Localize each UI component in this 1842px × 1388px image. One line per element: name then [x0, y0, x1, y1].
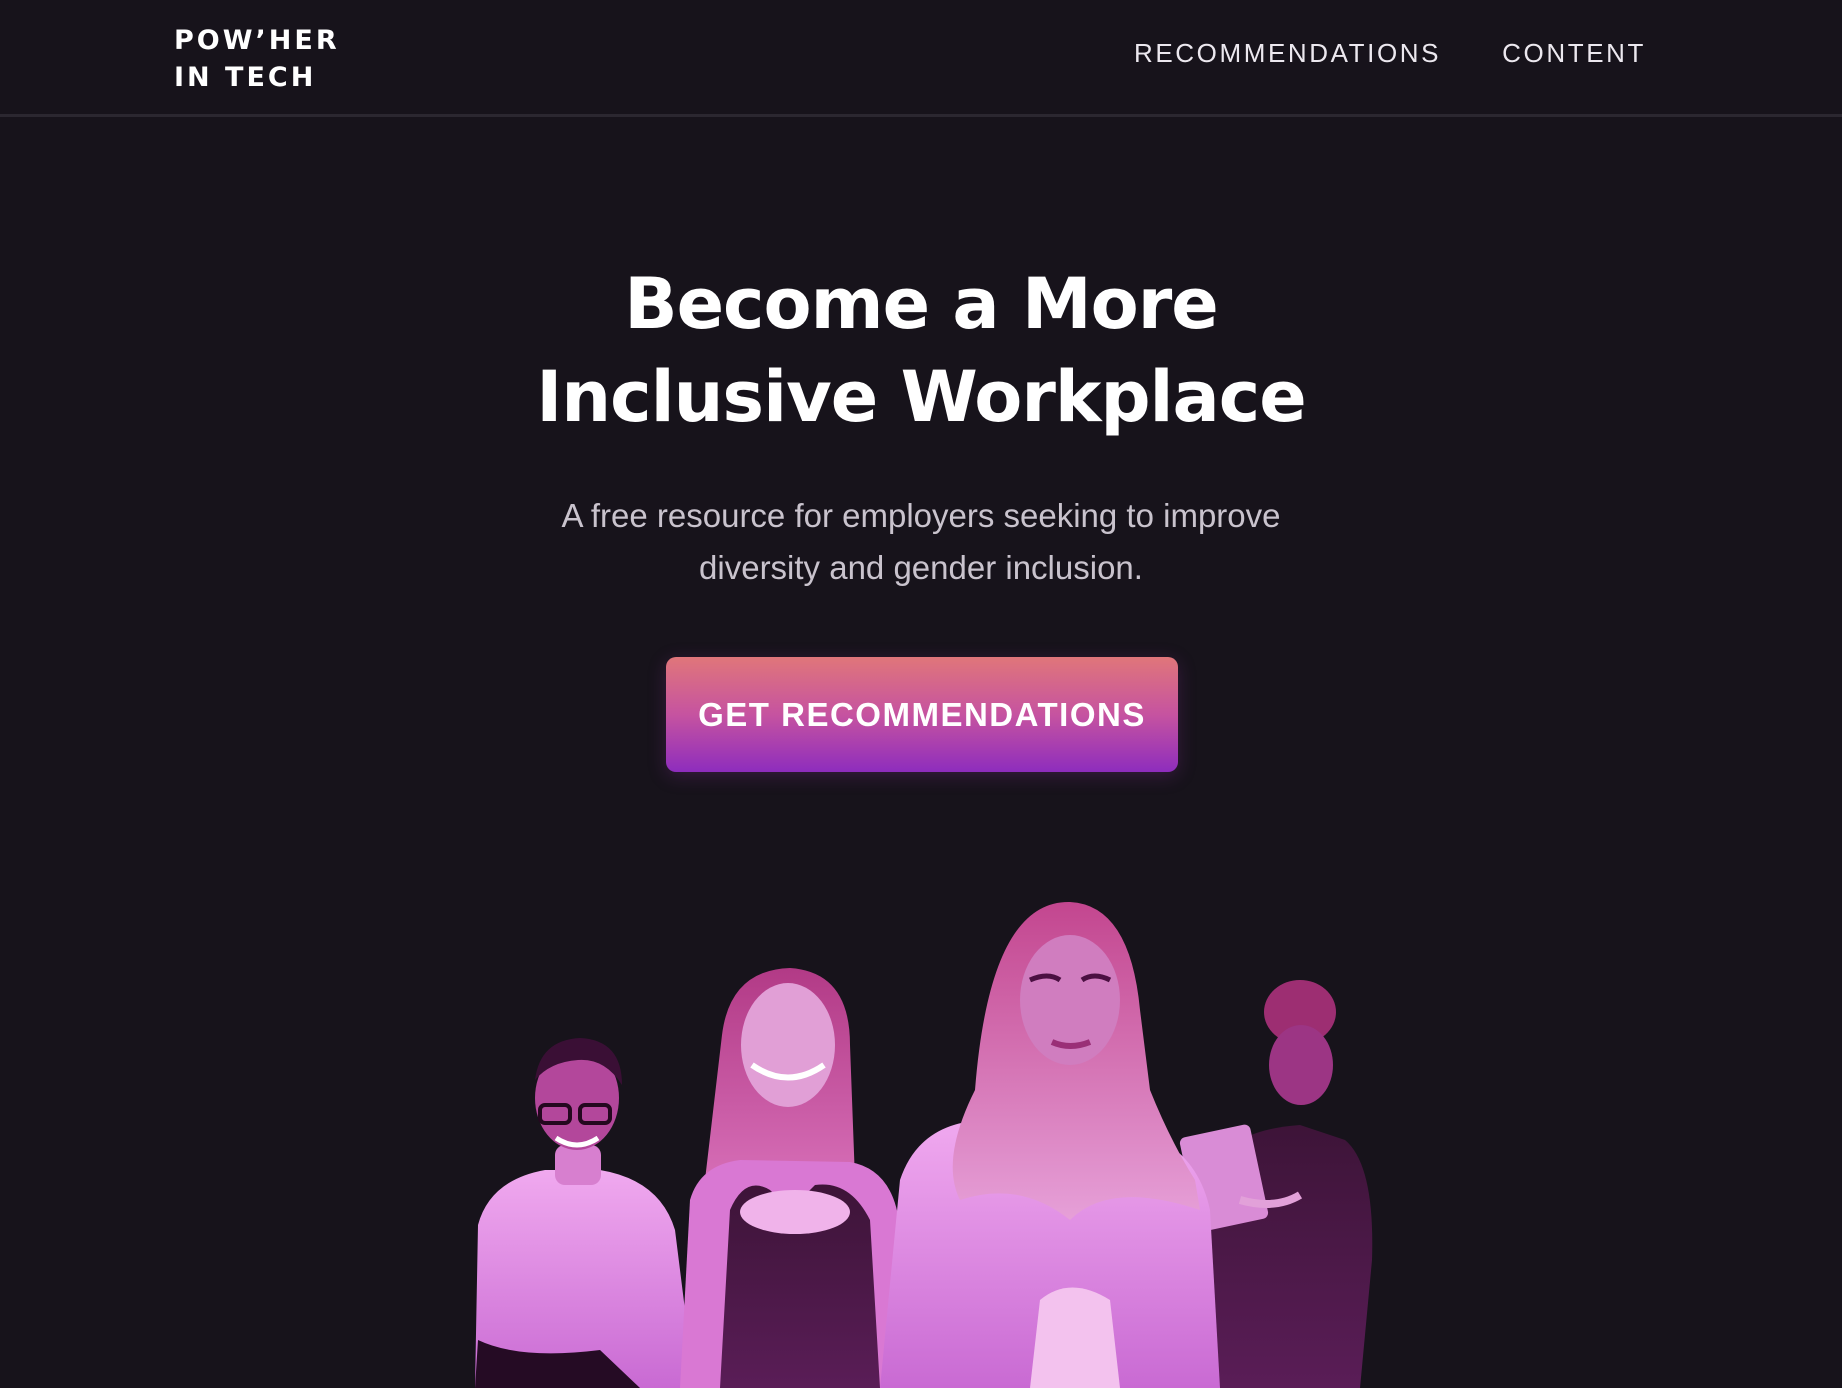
nav-link-recommendations[interactable]: RECOMMENDATIONS [1134, 38, 1441, 69]
hero-subtitle: A free resource for employers seeking to… [0, 490, 1842, 594]
hero-title: Become a More Inclusive Workplace [0, 258, 1842, 444]
hero-subtitle-line-2: diversity and gender inclusion. [699, 549, 1143, 586]
hero-title-line-2: Inclusive Workplace [536, 356, 1307, 438]
site-logo[interactable]: POW’HER IN TECH [174, 22, 340, 96]
site-header: POW’HER IN TECH RECOMMENDATIONS CONTENT [0, 0, 1842, 117]
logo-line-2: IN TECH [174, 62, 317, 93]
logo-line-1: POW’HER [174, 25, 340, 56]
person-2 [680, 968, 905, 1388]
person-1 [475, 1038, 700, 1388]
main-nav: RECOMMENDATIONS CONTENT [1134, 38, 1646, 69]
hero-subtitle-line-1: A free resource for employers seeking to… [561, 497, 1281, 534]
landing-page: POW’HER IN TECH RECOMMENDATIONS CONTENT … [0, 0, 1842, 1388]
hero-people-image [0, 880, 1842, 1388]
hero-people-illustration [475, 901, 1373, 1388]
person-3 [880, 901, 1220, 1388]
hero-title-line-1: Become a More [624, 263, 1219, 345]
get-recommendations-button[interactable]: GET RECOMMENDATIONS [666, 657, 1178, 772]
nav-link-content[interactable]: CONTENT [1502, 38, 1646, 69]
